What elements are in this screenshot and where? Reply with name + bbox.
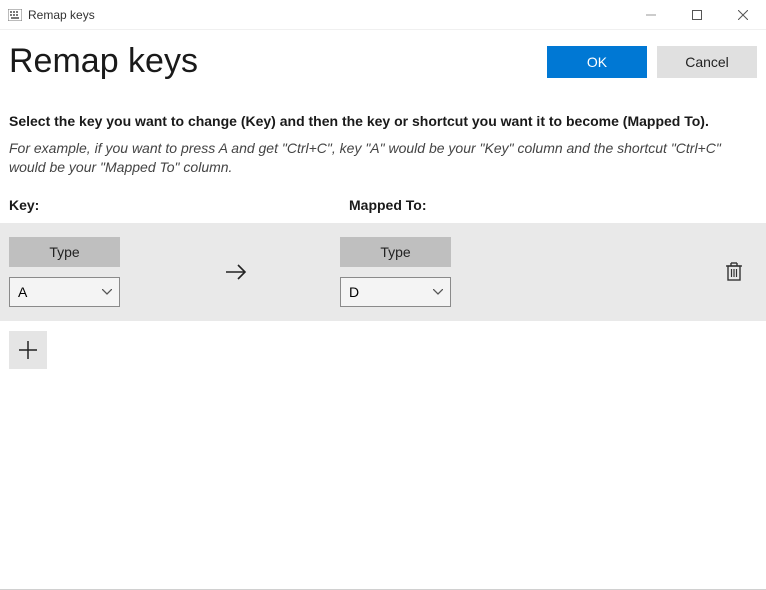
window-title: Remap keys	[28, 8, 628, 22]
delete-cell	[680, 262, 757, 282]
maximize-button[interactable]	[674, 0, 720, 30]
page-title: Remap keys	[9, 42, 547, 81]
add-row-container	[9, 321, 757, 369]
instruction-primary: Select the key you want to change (Key) …	[9, 113, 757, 129]
cancel-button[interactable]: Cancel	[657, 46, 757, 78]
plus-icon	[18, 340, 38, 360]
column-header-mapped: Mapped To:	[349, 197, 689, 213]
column-headers: Key: Mapped To:	[9, 197, 757, 213]
key-select-value: A	[9, 277, 120, 307]
column-header-key: Key:	[9, 197, 349, 213]
arrow-icon	[209, 262, 340, 282]
window-controls	[628, 0, 766, 29]
header-buttons: OK Cancel	[547, 46, 757, 78]
app-icon	[8, 9, 22, 21]
content: Select the key you want to change (Key) …	[0, 99, 766, 369]
minimize-button[interactable]	[628, 0, 674, 30]
mapped-cell: Type D	[340, 237, 680, 307]
instruction-example: For example, if you want to press A and …	[9, 139, 757, 177]
type-key-button[interactable]: Type	[9, 237, 120, 267]
key-select[interactable]: A	[9, 277, 120, 307]
key-cell: Type A	[9, 237, 209, 307]
mapped-select[interactable]: D	[340, 277, 451, 307]
trash-icon	[725, 262, 743, 282]
ok-button[interactable]: OK	[547, 46, 647, 78]
add-mapping-button[interactable]	[9, 331, 47, 369]
header: Remap keys OK Cancel	[0, 30, 766, 99]
titlebar: Remap keys	[0, 0, 766, 30]
mapped-select-value: D	[340, 277, 451, 307]
delete-row-button[interactable]	[725, 262, 743, 282]
close-button[interactable]	[720, 0, 766, 30]
type-mapped-button[interactable]: Type	[340, 237, 451, 267]
mapping-row: Type A Type D	[0, 223, 766, 321]
